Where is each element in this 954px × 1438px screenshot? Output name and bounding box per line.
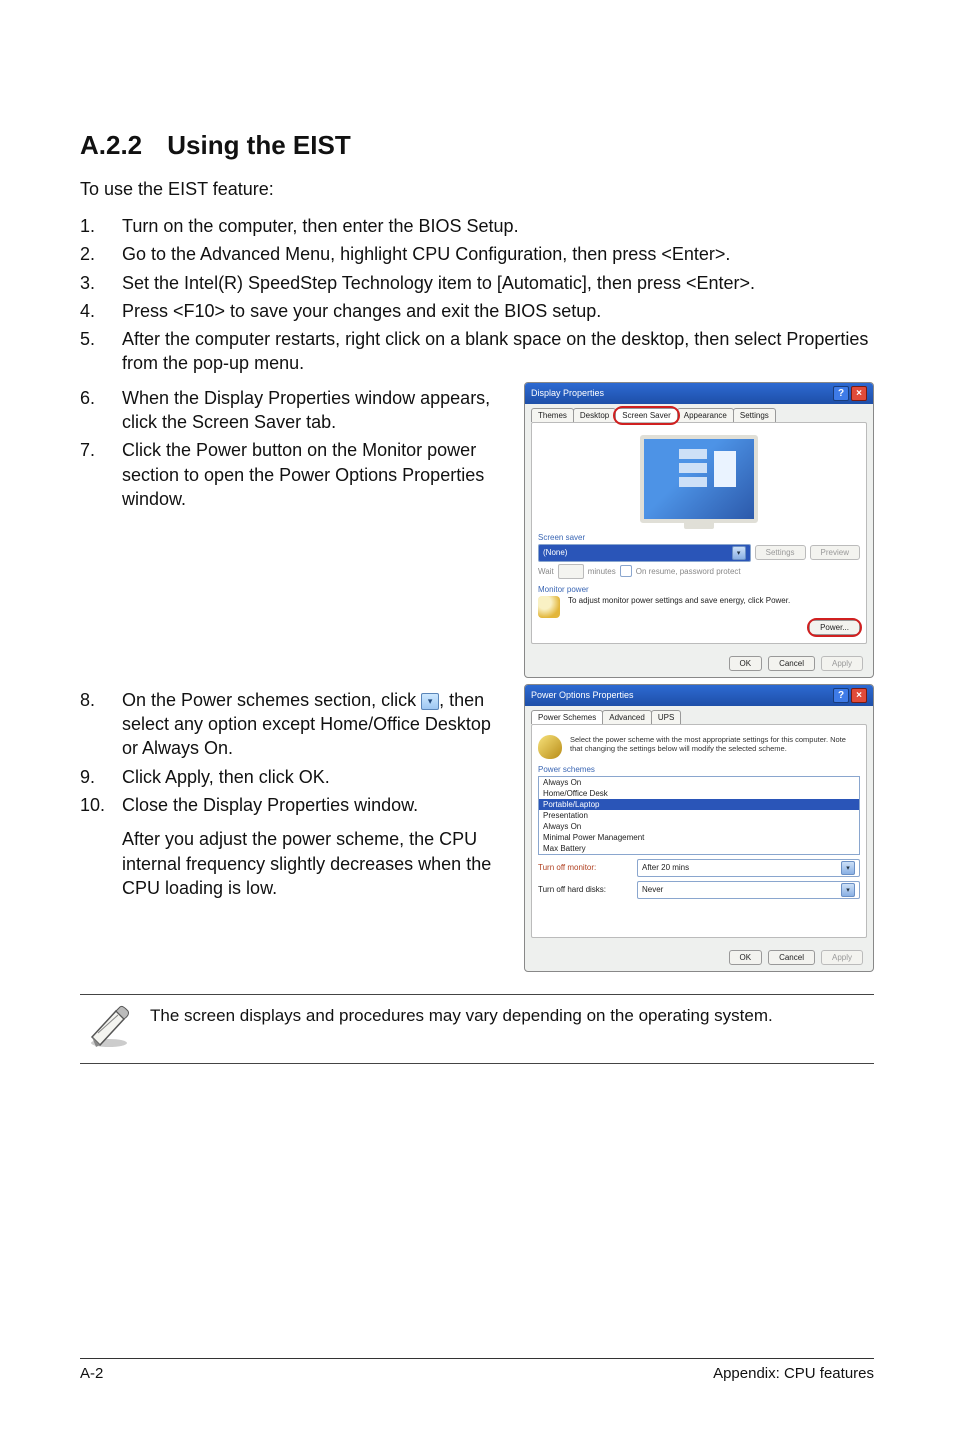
step-text: Set the Intel(R) SpeedStep Technology it… <box>122 271 874 295</box>
intro-text: To use the EIST feature: <box>80 179 874 200</box>
screensaver-group-label: Screen saver <box>538 533 860 542</box>
step-number: 1. <box>80 214 122 238</box>
tab-ups[interactable]: UPS <box>651 710 681 724</box>
chevron-down-icon[interactable]: ▾ <box>841 883 855 897</box>
apply-button[interactable]: Apply <box>821 656 863 671</box>
tab-screen-saver[interactable]: Screen Saver <box>615 408 677 422</box>
preview-button[interactable]: Preview <box>810 545 860 560</box>
step-text: Go to the Advanced Menu, highlight CPU C… <box>122 242 874 266</box>
resume-label: On resume, password protect <box>636 567 741 576</box>
turnoff-hd-label: Turn off hard disks: <box>538 885 633 894</box>
turnoff-hd-select[interactable]: Never ▾ <box>637 881 860 899</box>
apply-button[interactable]: Apply <box>821 950 863 965</box>
note-callout: The screen displays and procedures may v… <box>80 994 874 1064</box>
screensaver-value: (None) <box>543 548 732 557</box>
dialog-title: Power Options Properties <box>531 690 634 700</box>
step-number: 10. <box>80 793 122 817</box>
power-button[interactable]: Power... <box>809 620 860 635</box>
steps-list: 8. On the Power schemes section, click ▾… <box>80 688 502 817</box>
section-heading: A.2.2 Using the EIST <box>80 130 874 161</box>
note-text: The screen displays and procedures may v… <box>150 1006 773 1025</box>
scheme-option[interactable]: Max Battery <box>539 843 859 854</box>
step-number: 5. <box>80 327 122 351</box>
scheme-option[interactable]: Home/Office Desk <box>539 788 859 799</box>
step-text: On the Power schemes section, click ▾, t… <box>122 688 502 761</box>
tab-appearance[interactable]: Appearance <box>677 408 734 422</box>
wait-stepper[interactable] <box>558 564 584 579</box>
chevron-down-icon[interactable]: ▾ <box>732 546 746 560</box>
power-schemes-select[interactable]: Always On Home/Office Desk Portable/Lapt… <box>538 776 860 855</box>
scheme-selected: Always On <box>539 777 859 788</box>
step-text: Press <F10> to save your changes and exi… <box>122 299 874 323</box>
monitor-power-text: To adjust monitor power settings and sav… <box>568 596 860 605</box>
power-options-dialog: Power Options Properties ? × Power Schem… <box>524 684 874 972</box>
step-number: 8. <box>80 688 122 712</box>
step-number: 3. <box>80 271 122 295</box>
energy-star-icon <box>538 596 560 618</box>
dialog-title: Display Properties <box>531 388 604 398</box>
steps-list: 6.When the Display Properties window app… <box>80 386 502 511</box>
turnoff-monitor-value: After 20 mins <box>642 863 841 872</box>
footer-section: Appendix: CPU features <box>713 1365 874 1382</box>
cancel-button[interactable]: Cancel <box>768 656 815 671</box>
scheme-option[interactable]: Portable/Laptop <box>539 799 859 810</box>
note-pencil-icon <box>86 1003 132 1049</box>
help-icon[interactable]: ? <box>833 386 849 401</box>
scheme-option[interactable]: Minimal Power Management <box>539 832 859 843</box>
tab-advanced[interactable]: Advanced <box>602 710 652 724</box>
wait-units: minutes <box>588 567 616 576</box>
step-number: 2. <box>80 242 122 266</box>
step-number: 4. <box>80 299 122 323</box>
step-text: Click the Power button on the Monitor po… <box>122 438 502 511</box>
power-plug-icon <box>538 735 562 759</box>
tab-settings[interactable]: Settings <box>733 408 776 422</box>
tab-power-schemes[interactable]: Power Schemes <box>531 710 603 724</box>
scheme-option[interactable]: Presentation <box>539 810 859 821</box>
monitor-preview-icon <box>538 435 860 523</box>
close-icon[interactable]: × <box>851 688 867 703</box>
monitor-power-label: Monitor power <box>538 585 860 594</box>
chevron-down-icon: ▾ <box>421 693 439 710</box>
step-text: When the Display Properties window appea… <box>122 386 502 435</box>
dialog-tabs: Themes Desktop Screen Saver Appearance S… <box>525 404 873 422</box>
step-text: Click Apply, then click OK. <box>122 765 502 789</box>
scheme-option[interactable]: Always On <box>539 821 859 832</box>
settings-button[interactable]: Settings <box>755 545 806 560</box>
cancel-button[interactable]: Cancel <box>768 950 815 965</box>
power-info-text: Select the power scheme with the most ap… <box>570 735 860 759</box>
dialog-tabs: Power Schemes Advanced UPS <box>525 706 873 724</box>
turnoff-hd-value: Never <box>642 885 841 894</box>
step-number: 6. <box>80 386 122 410</box>
turnoff-monitor-select[interactable]: After 20 mins ▾ <box>637 859 860 877</box>
section-number: A.2.2 <box>80 130 160 161</box>
ok-button[interactable]: OK <box>729 656 763 671</box>
page-number: A-2 <box>80 1365 103 1382</box>
step-number: 7. <box>80 438 122 462</box>
ok-button[interactable]: OK <box>729 950 763 965</box>
chevron-down-icon[interactable]: ▾ <box>841 861 855 875</box>
screensaver-select[interactable]: (None) ▾ <box>538 544 751 562</box>
document-page: A.2.2 Using the EIST To use the EIST fea… <box>0 0 954 1438</box>
step-text: Turn on the computer, then enter the BIO… <box>122 214 874 238</box>
display-properties-dialog: Display Properties ? × Themes Desktop Sc… <box>524 382 874 678</box>
tab-desktop[interactable]: Desktop <box>573 408 616 422</box>
turnoff-monitor-label: Turn off monitor: <box>538 863 633 872</box>
step-text: After the computer restarts, right click… <box>122 327 874 376</box>
page-footer: A-2 Appendix: CPU features <box>80 1358 874 1382</box>
wait-label: Wait <box>538 567 554 576</box>
steps-list: 1.Turn on the computer, then enter the B… <box>80 214 874 376</box>
step-number: 9. <box>80 765 122 789</box>
step-text: Close the Display Properties window. <box>122 793 502 817</box>
close-icon[interactable]: × <box>851 386 867 401</box>
power-schemes-label: Power schemes <box>538 765 860 774</box>
tab-themes[interactable]: Themes <box>531 408 574 422</box>
resume-checkbox[interactable] <box>620 565 632 577</box>
help-icon[interactable]: ? <box>833 688 849 703</box>
section-title-text: Using the EIST <box>167 130 350 160</box>
after-adjust-text: After you adjust the power scheme, the C… <box>122 827 502 900</box>
